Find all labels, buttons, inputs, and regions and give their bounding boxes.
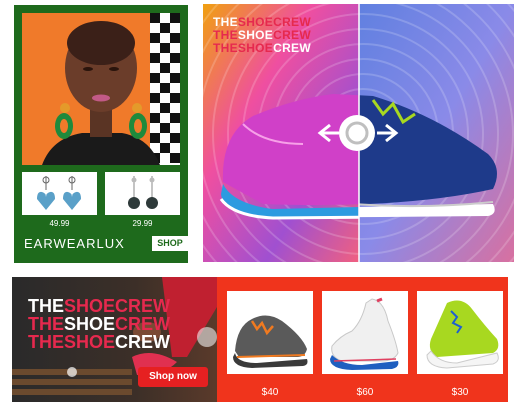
product-price: 49.99 [49,219,70,228]
shoe-crew-banner[interactable]: THESHOECREW THESHOECREW THESHOECREW Shop… [12,277,508,402]
shoe-crew-logo-large: THESHOECREW THESHOECREW THESHOECREW [28,297,170,351]
logo-line-3: THESHOECREW [213,41,311,55]
heart-earrings-icon [37,176,81,210]
product-card-lime-shoe[interactable] [417,291,503,374]
product-price: $60 [356,387,374,398]
product-thumb-heart-earrings[interactable] [22,172,97,215]
product-card-grey-shoe[interactable] [227,291,313,374]
product-price: $30 [451,387,469,398]
shoe-crew-logo: THESHOECREW THESHOECREW THESHOECREW [213,16,311,55]
shop-now-button[interactable]: Shop now [138,367,208,387]
checkerboard-pattern [150,13,180,165]
logo-line-1: THESHOECREW [28,296,171,316]
product-card-white-shoe[interactable] [322,291,408,374]
lime-shoe-icon [426,300,499,369]
product-price: 29.99 [132,219,153,228]
white-shoe-icon [330,297,399,370]
logo-line-2: THESHOECREW [28,314,171,334]
product-price: $40 [261,387,279,398]
brand-name: EARWEARLUX [24,236,125,251]
shoe-comparison-slider[interactable]: THESHOECREW THESHOECREW THESHOECREW [203,4,514,262]
model-photo [22,13,180,165]
grey-shoe-icon [233,315,308,368]
logo-line-3: THESHOECREW [28,332,171,352]
pearl-earrings-icon [128,176,158,209]
earwearlux-ad[interactable]: 49.99 29.99 EARWEARLUX SHOP [14,5,188,263]
product-thumb-pearl-earrings[interactable] [105,172,180,215]
shop-button[interactable]: SHOP [152,236,188,251]
